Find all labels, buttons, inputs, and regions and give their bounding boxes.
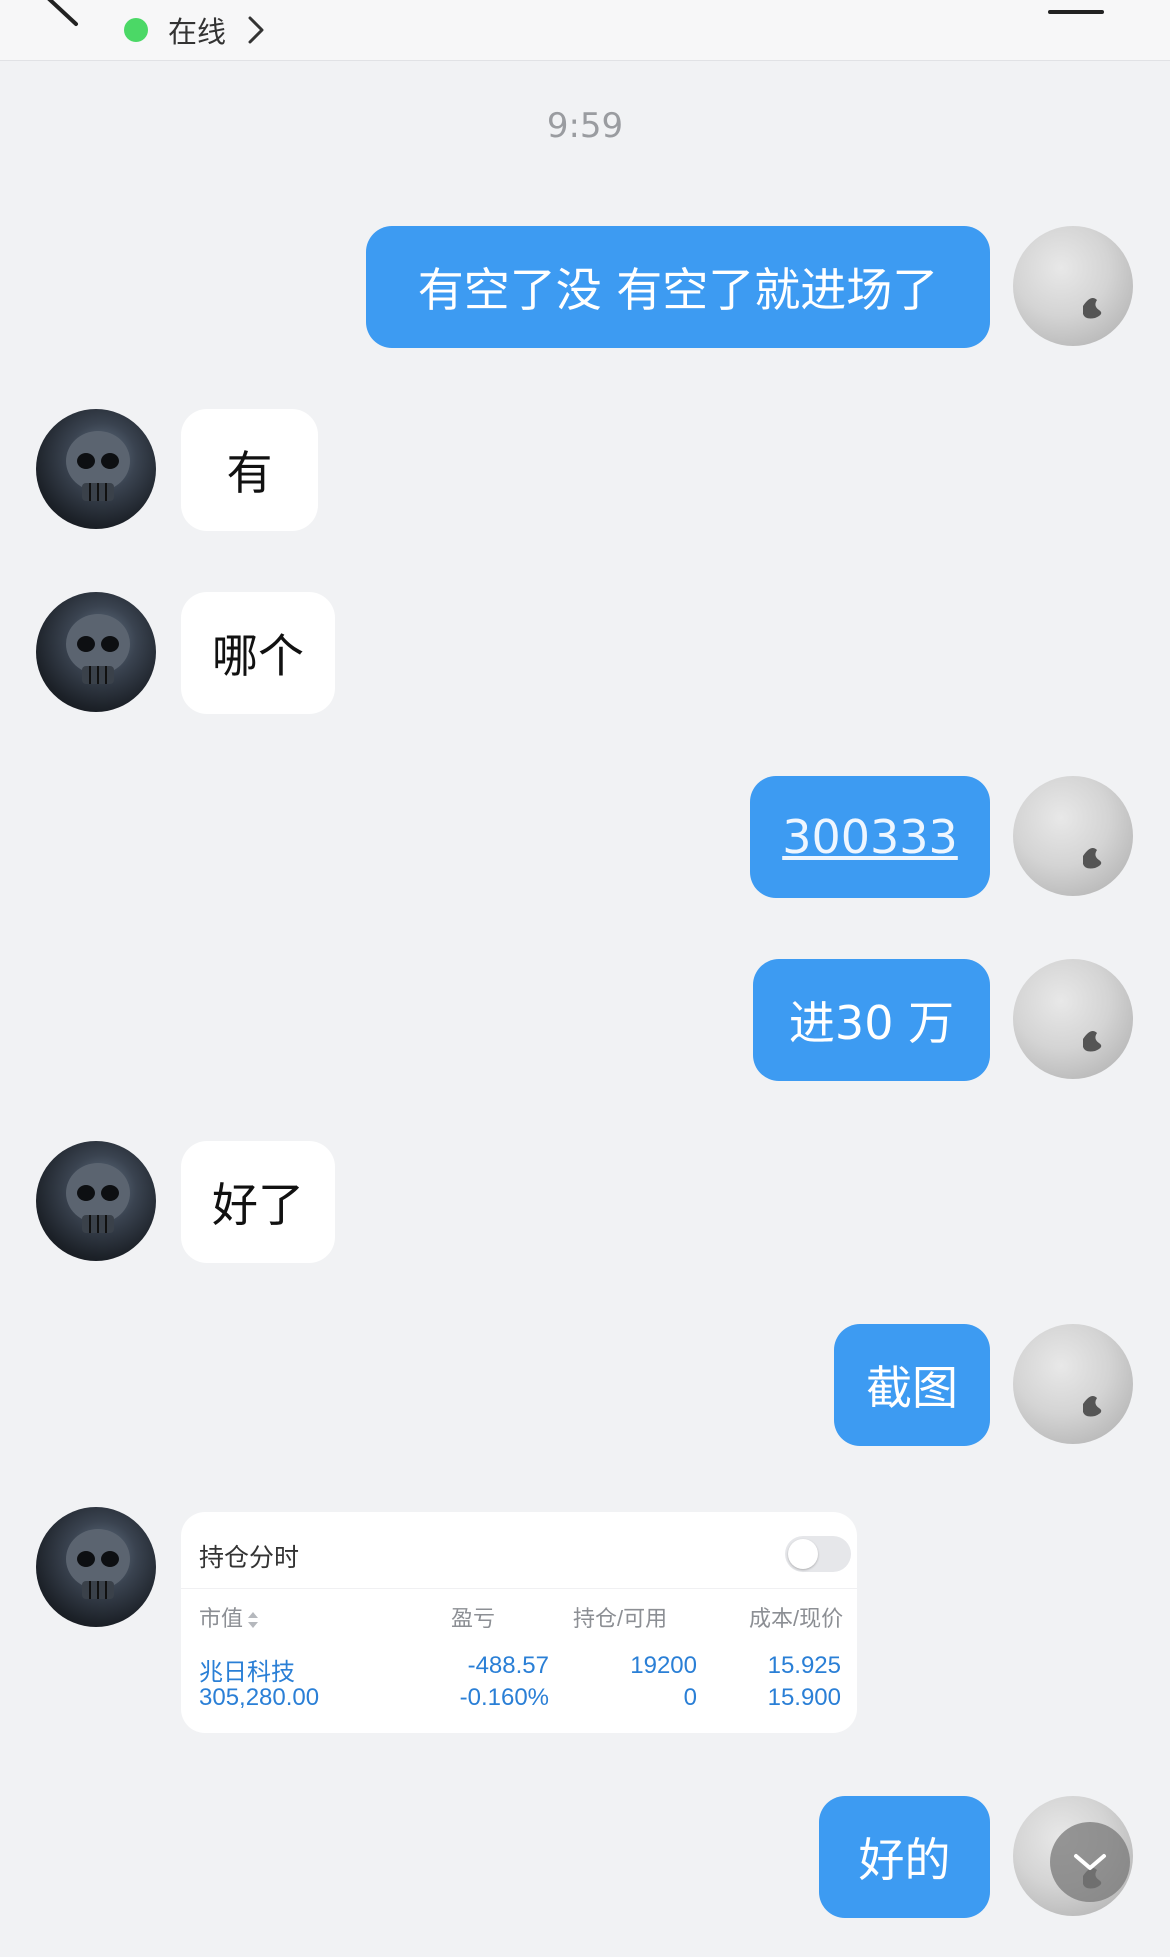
message-bubble-self[interactable]: 进30 万 bbox=[753, 959, 990, 1081]
back-arrow-icon bbox=[47, 0, 78, 26]
online-status-text: 在线 bbox=[168, 15, 227, 49]
contact-status[interactable]: 在线 bbox=[124, 8, 268, 52]
chevron-down-icon bbox=[1074, 1854, 1106, 1870]
pnl-percent: -0.160% bbox=[459, 1684, 549, 1711]
message-text: 截图 bbox=[866, 1361, 958, 1415]
message-bubble-self[interactable]: 截图 bbox=[834, 1324, 990, 1446]
toggle-switch[interactable] bbox=[785, 1536, 851, 1572]
skull-avatar-image bbox=[66, 614, 130, 684]
avatar-contact[interactable] bbox=[36, 592, 156, 712]
avatar-self[interactable] bbox=[1013, 776, 1133, 896]
message-text: 有 bbox=[226, 446, 273, 500]
toggle-knob bbox=[788, 1539, 818, 1569]
online-indicator bbox=[124, 18, 148, 42]
avatar-contact[interactable] bbox=[36, 409, 156, 529]
message-bubble-self[interactable]: 好的 bbox=[819, 1796, 990, 1918]
avatar-image bbox=[1083, 298, 1102, 319]
avatar-contact[interactable] bbox=[36, 1507, 156, 1627]
avatar-image bbox=[1083, 848, 1102, 869]
column-header-cost-price: 成本/现价 bbox=[749, 1606, 844, 1631]
avatar-self[interactable] bbox=[1013, 226, 1133, 346]
market-value: 305,280.00 bbox=[199, 1684, 320, 1711]
message-bubble-self[interactable]: 有空了没 有空了就进场了 bbox=[366, 226, 990, 348]
message-bubble-self[interactable]: 300333 bbox=[750, 776, 990, 898]
stock-code-link[interactable]: 300333 bbox=[782, 810, 958, 864]
sort-icon bbox=[248, 1612, 259, 1629]
column-header-pnl: 盈亏 bbox=[451, 1606, 496, 1631]
scroll-to-bottom-button[interactable] bbox=[1050, 1822, 1130, 1902]
cost-price: 15.925 bbox=[767, 1652, 841, 1679]
column-header-holding: 持仓/可用 bbox=[573, 1606, 668, 1631]
skull-avatar-image bbox=[66, 431, 130, 501]
menu-button[interactable] bbox=[1048, 10, 1104, 16]
holding-qty: 19200 bbox=[630, 1652, 697, 1679]
skull-avatar-image bbox=[66, 1163, 130, 1233]
available-qty: 0 bbox=[683, 1684, 697, 1711]
message-text: 哪个 bbox=[212, 629, 304, 683]
divider bbox=[181, 1588, 857, 1589]
avatar-image bbox=[1083, 1396, 1102, 1417]
message-text: 好了 bbox=[212, 1178, 304, 1232]
chat-screen: 在线 9:59 有空了没 有空了就进场了 有 哪个 300333 进30 万 好… bbox=[0, 0, 1170, 1957]
current-price: 15.900 bbox=[767, 1684, 841, 1711]
message-text: 进30 万 bbox=[788, 996, 955, 1050]
message-timestamp: 9:59 bbox=[546, 106, 624, 146]
avatar-self[interactable] bbox=[1013, 959, 1133, 1079]
message-bubble-contact[interactable]: 有 bbox=[181, 409, 318, 531]
chat-header: 在线 bbox=[0, 0, 1170, 61]
message-bubble-contact[interactable]: 好了 bbox=[181, 1141, 335, 1263]
chevron-right-icon bbox=[248, 16, 264, 44]
avatar-image bbox=[1083, 1031, 1102, 1052]
stock-name: 兆日科技 bbox=[199, 1659, 295, 1686]
menu-icon bbox=[1048, 10, 1104, 14]
message-bubble-contact[interactable]: 哪个 bbox=[181, 592, 335, 714]
avatar-contact[interactable] bbox=[36, 1141, 156, 1261]
position-screenshot-image[interactable]: 持仓分时 市值 盈亏 持仓/可用 成本/现价 兆日科技 305,280.00 -… bbox=[181, 1512, 857, 1733]
position-card-title: 持仓分时 bbox=[199, 1544, 300, 1572]
message-text: 好的 bbox=[858, 1833, 951, 1887]
skull-avatar-image bbox=[66, 1529, 130, 1599]
column-header-market-value: 市值 bbox=[199, 1601, 259, 1633]
message-text: 有空了没 有空了就进场了 bbox=[417, 263, 939, 317]
pnl-value: -488.57 bbox=[467, 1652, 549, 1679]
avatar-self[interactable] bbox=[1013, 1324, 1133, 1444]
back-button[interactable] bbox=[38, 0, 90, 36]
